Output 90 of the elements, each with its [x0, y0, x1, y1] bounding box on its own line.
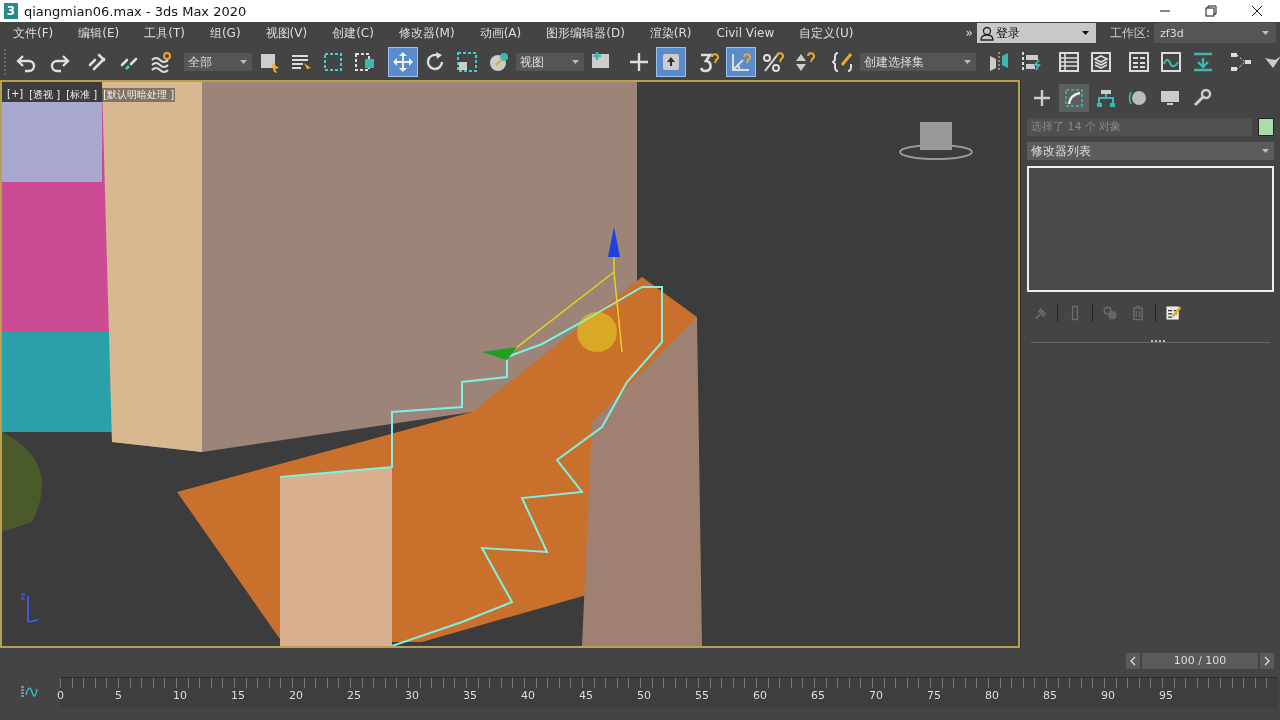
- frame-label: 80: [985, 688, 999, 702]
- angle-snap-icon: [729, 50, 753, 74]
- wave-link-icon: [149, 50, 173, 74]
- menu-item[interactable]: 工具(T): [131, 24, 197, 42]
- menu-item[interactable]: 自定义(U): [786, 24, 866, 42]
- scale-icon: [455, 50, 479, 74]
- caret-icon: [1261, 29, 1270, 37]
- frame-label: 30: [405, 688, 419, 702]
- chevron-left-icon: [1130, 656, 1136, 666]
- schematic-icon: [1229, 50, 1253, 74]
- viewport-label[interactable]: [透视 ]: [28, 88, 62, 102]
- download-icon: [1191, 50, 1215, 74]
- mirror-icon: [987, 50, 1011, 74]
- workspace-label: 工作区:: [1109, 24, 1150, 42]
- viewport-label[interactable]: [默认明暗处理 ]: [102, 88, 176, 102]
- frame-label: 0: [57, 688, 64, 702]
- modifier-list-dropdown[interactable]: 修改器列表: [1027, 142, 1274, 160]
- user-icon: [979, 25, 994, 41]
- frame-label: 65: [811, 688, 825, 702]
- configure-sets-icon: [1164, 304, 1182, 322]
- ribbon-icon: [1127, 50, 1151, 74]
- caret-icon: [963, 58, 972, 66]
- frame-label: 85: [1043, 688, 1057, 702]
- move-icon: [391, 50, 415, 74]
- frame-label: 45: [579, 688, 593, 702]
- login-dropdown[interactable]: 登录: [976, 23, 1096, 43]
- curve-toggle-icon[interactable]: [20, 685, 38, 699]
- unique-icon: [1101, 304, 1119, 322]
- chevron-right-icon: [1264, 656, 1270, 666]
- frame-label: 25: [347, 688, 361, 702]
- table-list-icon: [1057, 50, 1081, 74]
- menu-item[interactable]: 组(G): [196, 24, 253, 42]
- next-frame-button[interactable]: [1260, 653, 1274, 669]
- region-select-icon: [321, 50, 345, 74]
- frame-label: 70: [869, 688, 883, 702]
- percent-snap-icon: [761, 50, 785, 74]
- snap-three-icon: [697, 50, 721, 74]
- modifier-stack[interactable]: [1027, 166, 1274, 292]
- caret-icon: [571, 58, 580, 66]
- toolbar-dropdown[interactable]: 视图: [516, 53, 584, 71]
- frame-label: 75: [927, 688, 941, 702]
- object-color-swatch[interactable]: [1258, 118, 1274, 136]
- frame-label: 5: [115, 688, 122, 702]
- caret-icon: [239, 58, 248, 66]
- frame-label: 35: [463, 688, 477, 702]
- frame-counter[interactable]: 100 / 100: [1142, 653, 1258, 669]
- hierarchy-icon: [1095, 87, 1117, 109]
- frame-label: 50: [637, 688, 651, 702]
- viewport-label[interactable]: [标准 ]: [65, 88, 99, 102]
- frame-label: 15: [231, 688, 245, 702]
- curve-editor-icon: [1159, 50, 1183, 74]
- close-icon[interactable]: [1251, 5, 1263, 17]
- sphere-arrow-icon: [487, 50, 511, 74]
- menu-item[interactable]: 编辑(E): [65, 24, 132, 42]
- menu-item[interactable]: 创建(C): [319, 24, 386, 42]
- menu-item[interactable]: 文件(F): [0, 24, 66, 42]
- restore-icon[interactable]: [1205, 5, 1217, 17]
- arrow-up-box-button[interactable]: [656, 47, 686, 77]
- axis-tripod-icon: [20, 592, 40, 626]
- menu-item[interactable]: 修改器(M): [385, 24, 467, 42]
- menu-item[interactable]: 图形编辑器(D): [533, 24, 637, 42]
- toolbar-dropdown[interactable]: 创建选择集: [860, 53, 976, 71]
- braces-pencil-icon: [831, 50, 855, 74]
- window-title: qiangmian06.max - 3ds Max 2020: [24, 3, 247, 19]
- crossing-select-icon: [353, 50, 377, 74]
- caret-icon: [1261, 147, 1270, 155]
- menu-item[interactable]: 视图(V): [252, 24, 320, 42]
- modify-tab[interactable]: [1059, 84, 1089, 112]
- layers-icon: [1089, 50, 1113, 74]
- frame-label: 60: [753, 688, 767, 702]
- menu-item[interactable]: 渲染(R): [636, 24, 704, 42]
- move-cross-icon: [627, 50, 651, 74]
- frame-label: 10: [173, 688, 187, 702]
- frame-label: 40: [521, 688, 535, 702]
- modify-icon: [1063, 87, 1085, 109]
- toolbar-dropdown[interactable]: 全部: [184, 53, 252, 71]
- frame-label: 55: [695, 688, 709, 702]
- menu-item[interactable]: Civil View: [703, 26, 787, 40]
- previous-frame-button[interactable]: [1126, 653, 1140, 669]
- plus-icon: [1031, 87, 1053, 109]
- menu-item[interactable]: 动画(A): [466, 24, 534, 42]
- frame-label: 90: [1101, 688, 1115, 702]
- frame-label: 20: [289, 688, 303, 702]
- viewport-label[interactable]: [+]: [6, 88, 25, 102]
- frame-label: 95: [1159, 688, 1173, 702]
- more-menu-button[interactable]: »: [961, 26, 977, 40]
- viewport[interactable]: [+] [透视 ] [标准 ] [默认明暗处理 ]: [0, 80, 1020, 648]
- caret-icon: [1080, 29, 1090, 37]
- app-logo: 3: [4, 3, 18, 19]
- workspace-dropdown[interactable]: zf3d: [1154, 23, 1276, 43]
